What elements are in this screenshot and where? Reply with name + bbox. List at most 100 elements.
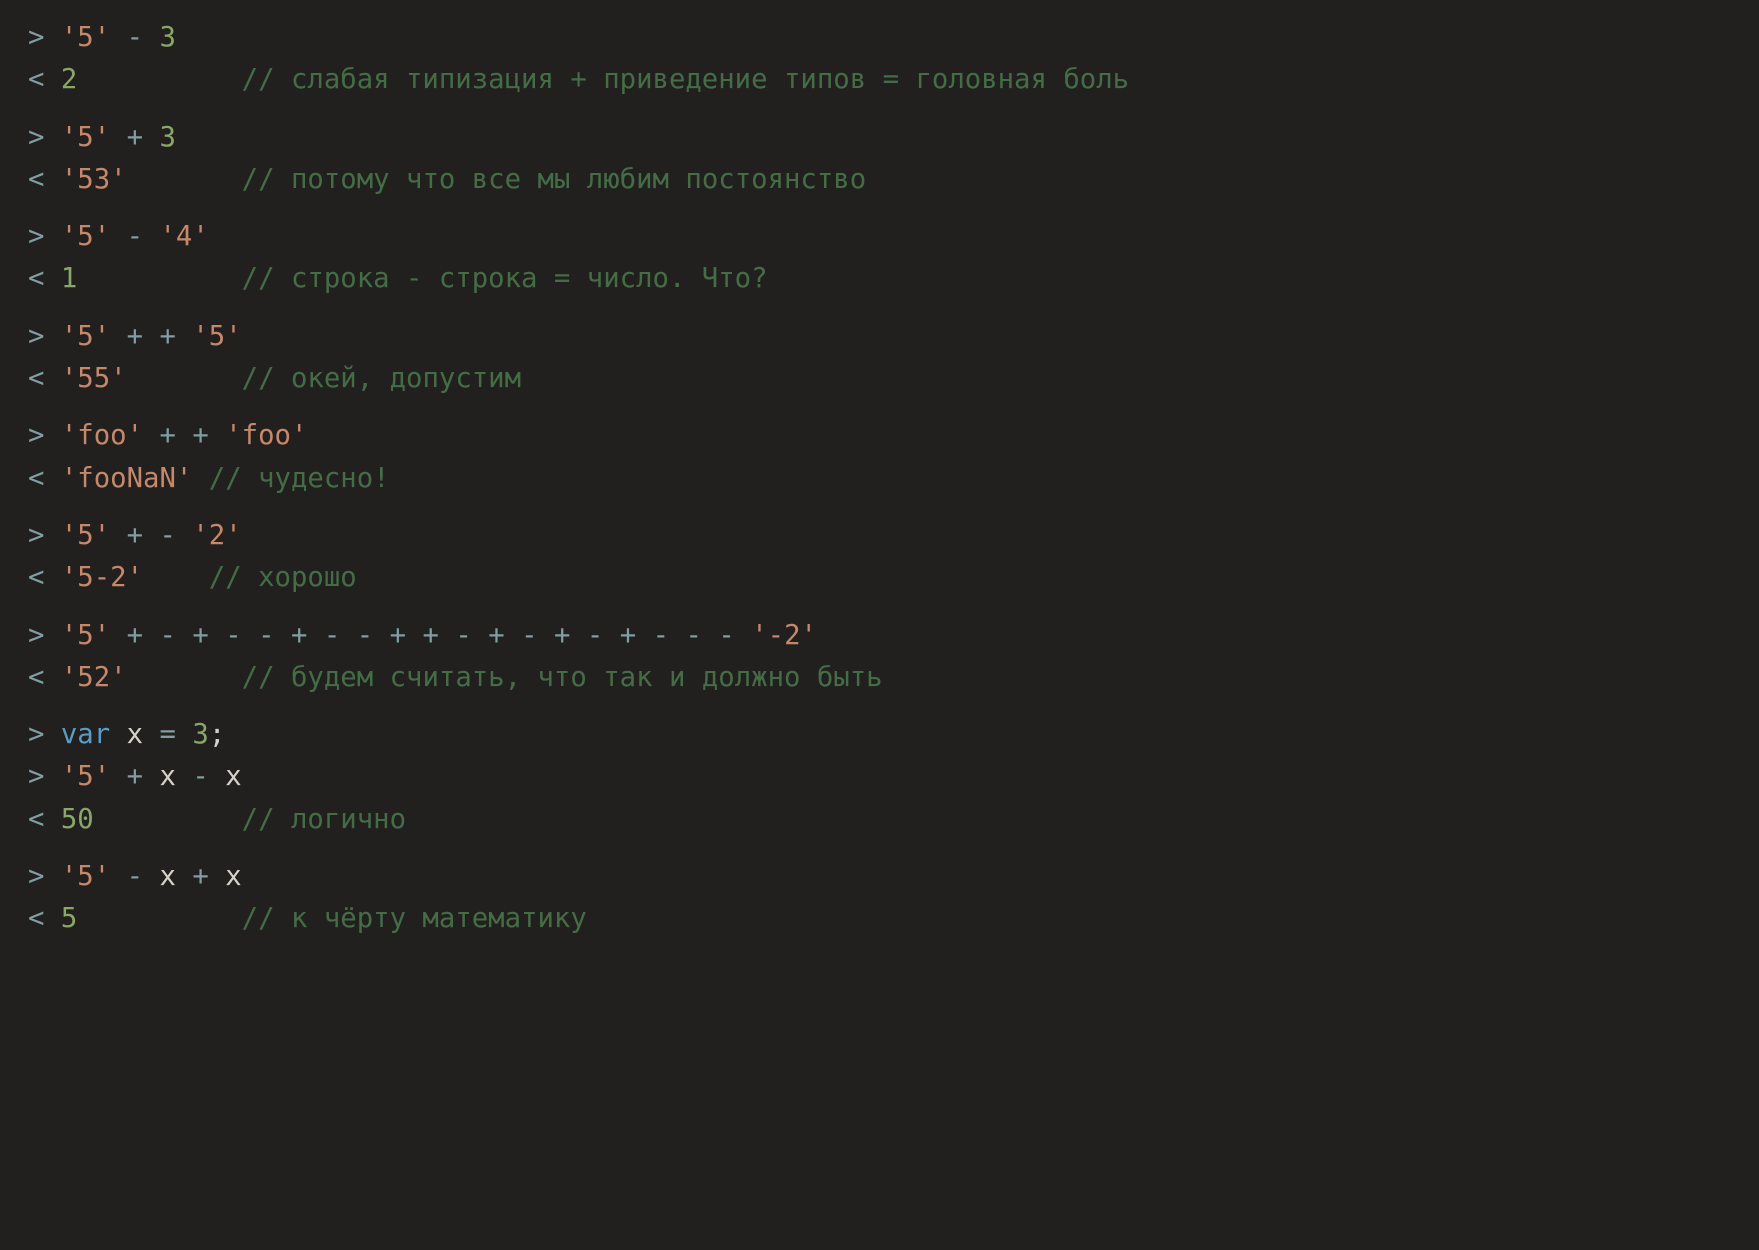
- output-prompt: <: [28, 164, 44, 195]
- output-prompt: <: [28, 662, 44, 693]
- code-token: '5-2': [61, 562, 143, 593]
- code-comment: // потому что все мы любим постоянство: [242, 164, 867, 195]
- group-separator: [28, 308, 1731, 323]
- console-input-line: > '5' + - + - - + - - + + - + - + - + - …: [28, 622, 1731, 649]
- input-prompt: >: [28, 719, 44, 750]
- console-input-line: > var x = 3;: [28, 721, 1731, 748]
- code-token: -: [127, 221, 143, 252]
- console-output-line: < '53' // потому что все мы любим постоя…: [28, 166, 1731, 193]
- code-token: -: [225, 620, 241, 651]
- code-token: '5': [61, 321, 110, 352]
- code-token: -: [686, 620, 702, 651]
- output-prompt: <: [28, 363, 44, 394]
- code-token: -: [127, 22, 143, 53]
- code-token: +: [127, 321, 143, 352]
- code-token: 'foo': [61, 420, 143, 451]
- input-prompt: >: [28, 861, 44, 892]
- output-prompt: <: [28, 64, 44, 95]
- code-token: +: [159, 420, 175, 451]
- code-token: 3: [160, 122, 176, 153]
- group-separator: [28, 848, 1731, 863]
- code-token: '2': [192, 520, 241, 551]
- code-token: +: [554, 620, 570, 651]
- console-output-line: < 2 // слабая типизация + приведение тип…: [28, 66, 1731, 93]
- code-comment: // логично: [242, 804, 406, 835]
- console-input-line: > '5' - '4': [28, 223, 1731, 250]
- code-token: 1: [61, 263, 77, 294]
- code-token: '5': [61, 122, 110, 153]
- output-prompt: <: [28, 263, 44, 294]
- code-token: '5': [192, 321, 241, 352]
- console-output-line: < 'fooNaN' // чудесно!: [28, 465, 1731, 492]
- console-output-line: < 1 // строка - строка = число. Что?: [28, 265, 1731, 292]
- console-input-line: > '5' + 3: [28, 124, 1731, 151]
- output-prompt: <: [28, 463, 44, 494]
- code-token: -: [455, 620, 471, 651]
- code-token: +: [192, 420, 208, 451]
- output-prompt: <: [28, 804, 44, 835]
- console-output-line: < 50 // логично: [28, 806, 1731, 833]
- code-token: +: [127, 620, 143, 651]
- code-token: +: [620, 620, 636, 651]
- console-output-line: < '55' // окей, допустим: [28, 365, 1731, 392]
- code-token: 2: [61, 64, 77, 95]
- group-separator: [28, 208, 1731, 223]
- code-token: -: [258, 620, 274, 651]
- console-input-line: > '5' - 3: [28, 24, 1731, 51]
- code-token: x: [127, 719, 143, 750]
- code-token: 3: [192, 719, 208, 750]
- input-prompt: >: [28, 520, 44, 551]
- code-token: 'fooNaN': [61, 463, 192, 494]
- code-token: +: [160, 321, 176, 352]
- code-comment: // чудесно!: [209, 463, 390, 494]
- console-output-line: < 5 // к чёрту математику: [28, 905, 1731, 932]
- input-prompt: >: [28, 620, 44, 651]
- input-prompt: >: [28, 221, 44, 252]
- console-input-line: > 'foo' + + 'foo': [28, 422, 1731, 449]
- code-token: -: [718, 620, 734, 651]
- code-token: +: [127, 122, 143, 153]
- code-token: -: [160, 520, 176, 551]
- code-token: +: [192, 861, 208, 892]
- code-token: 3: [160, 22, 176, 53]
- input-prompt: >: [28, 321, 44, 352]
- group-separator: [28, 706, 1731, 721]
- code-token: '5': [61, 761, 110, 792]
- code-token: '55': [61, 363, 127, 394]
- code-comment: // будем считать, что так и должно быть: [242, 662, 883, 693]
- console-output: > '5' - 3 < 2 // слабая типизация + приве…: [0, 0, 1759, 972]
- code-token: '5': [61, 221, 110, 252]
- code-token: +: [488, 620, 504, 651]
- code-token: 'foo': [225, 420, 307, 451]
- code-comment: // окей, допустим: [242, 363, 521, 394]
- code-token: =: [160, 719, 176, 750]
- code-token: -: [587, 620, 603, 651]
- output-prompt: <: [28, 562, 44, 593]
- code-token: 5: [61, 903, 77, 934]
- code-token: '53': [61, 164, 127, 195]
- code-token: '-2': [751, 620, 817, 651]
- code-token: -: [357, 620, 373, 651]
- input-prompt: >: [28, 122, 44, 153]
- console-input-line: > '5' + + '5': [28, 323, 1731, 350]
- console-input-line: > '5' + - '2': [28, 522, 1731, 549]
- code-token: '5': [61, 22, 110, 53]
- code-token: 50: [61, 804, 94, 835]
- code-token: x: [225, 761, 241, 792]
- code-token: var: [61, 719, 110, 750]
- group-separator: [28, 507, 1731, 522]
- code-token: ;: [209, 719, 225, 750]
- code-token: '5': [61, 861, 110, 892]
- output-prompt: <: [28, 903, 44, 934]
- code-token: x: [160, 761, 176, 792]
- input-prompt: >: [28, 420, 44, 451]
- code-token: -: [160, 620, 176, 651]
- code-token: -: [127, 861, 143, 892]
- code-token: +: [423, 620, 439, 651]
- console-input-line: > '5' - x + x: [28, 863, 1731, 890]
- code-token: '5': [61, 520, 110, 551]
- code-token: '5': [61, 620, 110, 651]
- code-token: +: [390, 620, 406, 651]
- code-token: -: [653, 620, 669, 651]
- group-separator: [28, 109, 1731, 124]
